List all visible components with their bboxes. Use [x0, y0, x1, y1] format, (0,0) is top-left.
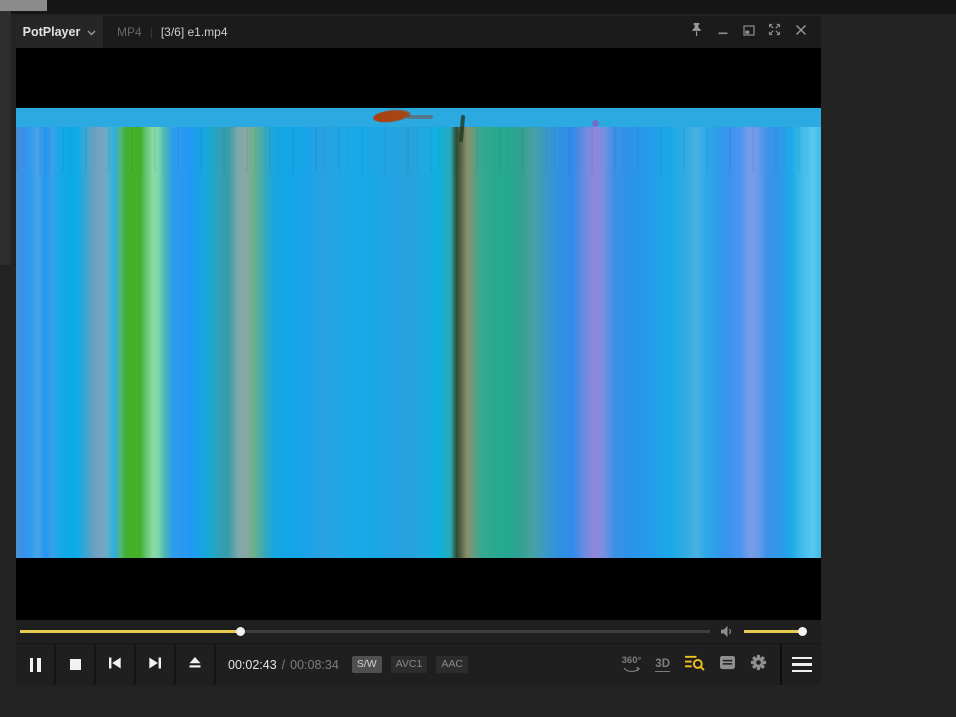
potplayer-window: PotPlayer MP4 | [3/6] e1.mp4 00:02:43 / …: [16, 16, 821, 685]
video-stage[interactable]: [16, 48, 821, 620]
decoder-badge[interactable]: S/W: [351, 656, 382, 673]
settings-gear-icon: [750, 654, 767, 676]
video-glitch-red-tail: [407, 115, 433, 119]
background-window-fragment: [0, 0, 47, 11]
pin-icon: [690, 22, 703, 42]
time-display: 00:02:43 / 00:08:34: [228, 644, 339, 685]
close-button[interactable]: [792, 24, 809, 41]
right-icon-group: 360° 3D: [622, 644, 780, 685]
volume-icon[interactable]: [720, 625, 735, 643]
stop-button[interactable]: [56, 644, 96, 685]
menu-button[interactable]: [780, 644, 821, 685]
pin-button[interactable]: [688, 22, 705, 42]
subtitle-doc-icon: [719, 655, 736, 675]
titlebar-controls: [688, 22, 809, 42]
rotation-360-button[interactable]: 360°: [621, 655, 642, 674]
seek-progress: [20, 630, 241, 633]
maximize-button[interactable]: [740, 24, 757, 41]
close-icon: [795, 23, 807, 41]
pause-icon: [29, 657, 41, 672]
settings-button[interactable]: [750, 654, 767, 676]
format-label: MP4: [117, 25, 142, 39]
title-bar: PotPlayer MP4 | [3/6] e1.mp4: [16, 16, 821, 48]
next-button[interactable]: [136, 644, 176, 685]
seek-knob[interactable]: [236, 627, 246, 636]
title-separator: |: [149, 25, 153, 39]
minimize-button[interactable]: [714, 24, 731, 41]
background-top-strip: [0, 0, 956, 14]
control-bar: 00:02:43 / 00:08:34 S/W AVC1 AAC 360° 3D: [16, 643, 821, 685]
seek-row: [16, 620, 821, 643]
restore-icon: [742, 23, 755, 41]
volume-progress: [744, 630, 803, 633]
previous-button[interactable]: [96, 644, 136, 685]
eject-icon: [188, 656, 202, 674]
skip-next-icon: [148, 656, 162, 674]
time-separator: /: [281, 657, 286, 672]
menu-hamburger-icon: [791, 657, 812, 660]
background-left-strip: [0, 11, 11, 265]
rotation-arrow-icon: [623, 667, 640, 673]
video-codec-badge[interactable]: AVC1: [390, 656, 428, 673]
subtitle-button[interactable]: [719, 655, 736, 675]
3d-label: 3D: [655, 657, 670, 672]
playlist-search-icon: [684, 654, 705, 676]
video-glitch-speckles: [16, 127, 821, 173]
app-menu-label: PotPlayer: [22, 25, 81, 39]
window-title: [3/6] e1.mp4: [160, 25, 228, 39]
fullscreen-icon: [768, 23, 781, 41]
app-menu-button[interactable]: PotPlayer: [16, 16, 103, 48]
rotation-360-label: 360°: [621, 655, 642, 666]
video-frame: [16, 107, 821, 558]
playlist-search-button[interactable]: [684, 654, 705, 676]
chevron-down-icon: [87, 23, 96, 41]
seek-bar[interactable]: [20, 627, 710, 636]
codec-badges: S/W AVC1 AAC: [351, 644, 468, 685]
eject-button[interactable]: [176, 644, 216, 685]
3d-button[interactable]: 3D: [655, 658, 670, 672]
volume-knob[interactable]: [798, 627, 808, 636]
skip-previous-icon: [108, 656, 122, 674]
current-time: 00:02:43: [228, 657, 277, 672]
pause-button[interactable]: [16, 644, 56, 685]
minimize-icon: [717, 23, 729, 41]
controlbar-spacer: [468, 644, 622, 685]
volume-bar[interactable]: [744, 627, 808, 636]
video-glitch-purple-dot: [592, 120, 599, 127]
stop-icon: [69, 659, 81, 670]
audio-codec-badge[interactable]: AAC: [436, 656, 468, 673]
total-time: 00:08:34: [290, 657, 339, 672]
fullscreen-button[interactable]: [766, 23, 783, 41]
